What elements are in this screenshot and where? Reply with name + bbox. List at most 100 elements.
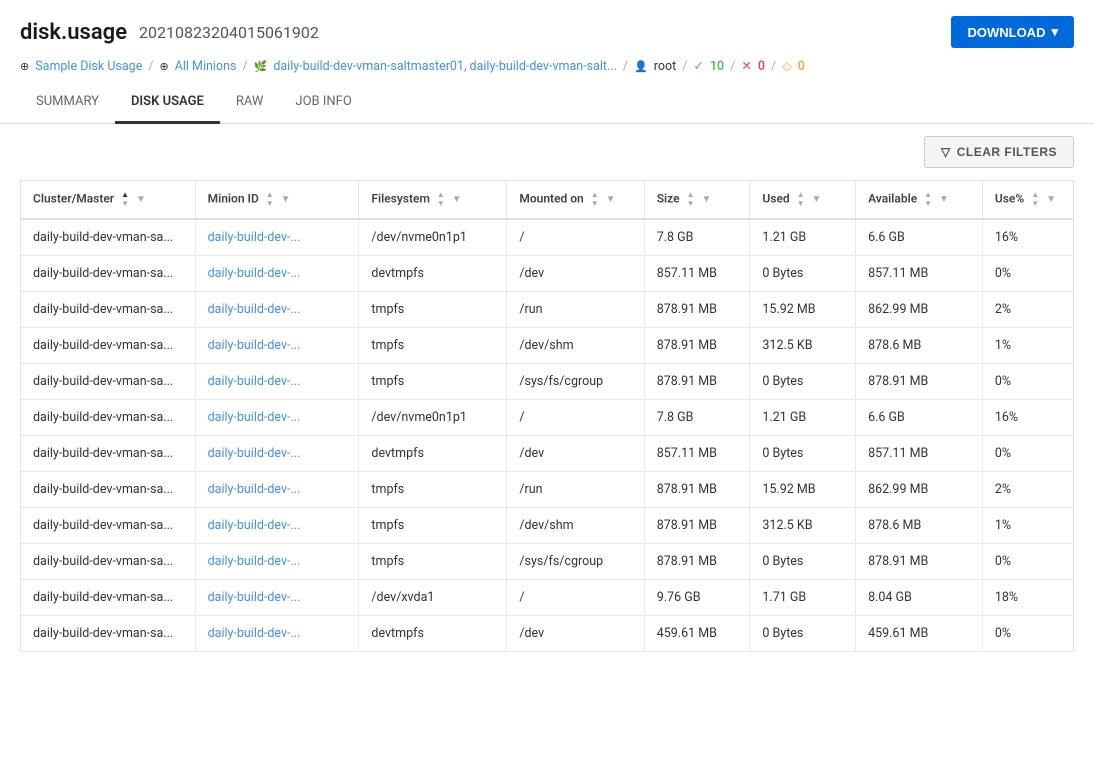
cell-cluster: daily-build-dev-vman-sa...	[21, 219, 196, 256]
table-row: daily-build-dev-vman-sa...daily-build-de…	[21, 472, 1074, 508]
breadcrumb-sep-2: /	[242, 59, 247, 74]
cell-minion[interactable]: daily-build-dev-...	[195, 256, 359, 292]
cell-size: 878.91 MB	[644, 364, 750, 400]
col-header-usepct[interactable]: Use% ▲ ▼ ▼	[982, 181, 1073, 220]
cell-available: 6.6 GB	[856, 400, 983, 436]
cell-cluster: daily-build-dev-vman-sa...	[21, 328, 196, 364]
breadcrumb-sep-5: /	[730, 59, 735, 74]
cell-used: 1.71 GB	[750, 580, 856, 616]
table-row: daily-build-dev-vman-sa...daily-build-de…	[21, 364, 1074, 400]
cell-cluster: daily-build-dev-vman-sa...	[21, 472, 196, 508]
breadcrumb-sep-3: /	[623, 59, 628, 74]
cell-usepct: 0%	[982, 436, 1073, 472]
col-header-used[interactable]: Used ▲ ▼ ▼	[750, 181, 856, 220]
cell-used: 312.5 KB	[750, 508, 856, 544]
cell-minion[interactable]: daily-build-dev-...	[195, 508, 359, 544]
disk-usage-table: Cluster/Master ▲ ▼ ▼ Minion ID ▲ ▼ ▼	[20, 180, 1074, 652]
cell-filesystem: /dev/nvme0n1p1	[359, 400, 507, 436]
cell-used: 0 Bytes	[750, 364, 856, 400]
cell-size: 878.91 MB	[644, 508, 750, 544]
cell-available: 878.91 MB	[856, 544, 983, 580]
cell-filesystem: /dev/nvme0n1p1	[359, 219, 507, 256]
cell-size: 878.91 MB	[644, 544, 750, 580]
cell-cluster: daily-build-dev-vman-sa...	[21, 436, 196, 472]
col-header-mounted[interactable]: Mounted on ▲ ▼ ▼	[507, 181, 644, 220]
table-row: daily-build-dev-vman-sa...daily-build-de…	[21, 219, 1074, 256]
cell-minion[interactable]: daily-build-dev-...	[195, 616, 359, 652]
cell-used: 312.5 KB	[750, 328, 856, 364]
cell-size: 857.11 MB	[644, 436, 750, 472]
cell-filesystem: tmpfs	[359, 292, 507, 328]
cell-minion[interactable]: daily-build-dev-...	[195, 472, 359, 508]
cell-used: 0 Bytes	[750, 616, 856, 652]
cell-available: 878.6 MB	[856, 328, 983, 364]
cell-cluster: daily-build-dev-vman-sa...	[21, 580, 196, 616]
cell-cluster: daily-build-dev-vman-sa...	[21, 364, 196, 400]
breadcrumb-sample[interactable]: Sample Disk Usage	[35, 59, 142, 74]
cell-filesystem: /dev/xvda1	[359, 580, 507, 616]
download-button[interactable]: DOWNLOAD ▾	[951, 16, 1074, 48]
cell-used: 0 Bytes	[750, 544, 856, 580]
breadcrumb-sep-1: /	[148, 59, 153, 74]
cell-filesystem: tmpfs	[359, 508, 507, 544]
table-row: daily-build-dev-vman-sa...daily-build-de…	[21, 400, 1074, 436]
cell-cluster: daily-build-dev-vman-sa...	[21, 544, 196, 580]
cell-cluster: daily-build-dev-vman-sa...	[21, 292, 196, 328]
cell-available: 857.11 MB	[856, 436, 983, 472]
cell-mounted: /sys/fs/cgroup	[507, 364, 644, 400]
cell-filesystem: tmpfs	[359, 328, 507, 364]
cell-used: 1.21 GB	[750, 219, 856, 256]
cell-usepct: 1%	[982, 328, 1073, 364]
table-row: daily-build-dev-vman-sa...daily-build-de…	[21, 328, 1074, 364]
disk-usage-table-container: Cluster/Master ▲ ▼ ▼ Minion ID ▲ ▼ ▼	[0, 180, 1094, 672]
clear-filters-button[interactable]: ▽ CLEAR FILTERS	[924, 136, 1074, 168]
breadcrumb-sep-6: /	[771, 59, 776, 74]
cell-available: 6.6 GB	[856, 219, 983, 256]
cell-minion[interactable]: daily-build-dev-...	[195, 328, 359, 364]
cell-minion[interactable]: daily-build-dev-...	[195, 580, 359, 616]
cell-cluster: daily-build-dev-vman-sa...	[21, 256, 196, 292]
cell-usepct: 0%	[982, 616, 1073, 652]
tab-job-info[interactable]: JOB INFO	[279, 82, 367, 124]
cell-filesystem: devtmpfs	[359, 256, 507, 292]
cell-size: 459.61 MB	[644, 616, 750, 652]
cell-minion[interactable]: daily-build-dev-...	[195, 436, 359, 472]
col-header-available[interactable]: Available ▲ ▼ ▼	[856, 181, 983, 220]
cell-filesystem: devtmpfs	[359, 616, 507, 652]
fail-icon: ✕	[741, 58, 751, 74]
breadcrumb-minions[interactable]: All Minions	[175, 59, 237, 74]
cell-minion[interactable]: daily-build-dev-...	[195, 400, 359, 436]
cell-minion[interactable]: daily-build-dev-...	[195, 219, 359, 256]
warn-count: 0	[798, 59, 805, 74]
col-header-size[interactable]: Size ▲ ▼ ▼	[644, 181, 750, 220]
cell-used: 1.21 GB	[750, 400, 856, 436]
tab-summary[interactable]: SUMMARY	[20, 82, 115, 124]
cell-mounted: /	[507, 580, 644, 616]
col-header-minion[interactable]: Minion ID ▲ ▼ ▼	[195, 181, 359, 220]
cell-size: 7.8 GB	[644, 219, 750, 256]
cell-minion[interactable]: daily-build-dev-...	[195, 292, 359, 328]
cell-used: 15.92 MB	[750, 472, 856, 508]
cell-size: 878.91 MB	[644, 472, 750, 508]
success-count: 10	[710, 59, 724, 74]
cell-mounted: /	[507, 400, 644, 436]
cell-minion[interactable]: daily-build-dev-...	[195, 544, 359, 580]
cell-mounted: /dev/shm	[507, 328, 644, 364]
cell-minion[interactable]: daily-build-dev-...	[195, 364, 359, 400]
cell-available: 459.61 MB	[856, 616, 983, 652]
cell-available: 862.99 MB	[856, 292, 983, 328]
col-header-cluster[interactable]: Cluster/Master ▲ ▼ ▼	[21, 181, 196, 220]
cell-usepct: 18%	[982, 580, 1073, 616]
cell-usepct: 1%	[982, 508, 1073, 544]
breadcrumb-user: root	[654, 59, 676, 74]
breadcrumb-target[interactable]: daily-build-dev-vman-saltmaster01, daily…	[273, 59, 617, 74]
user-icon: 👤	[634, 60, 648, 73]
cell-mounted: /	[507, 219, 644, 256]
cell-mounted: /dev	[507, 436, 644, 472]
table-row: daily-build-dev-vman-sa...daily-build-de…	[21, 436, 1074, 472]
tab-disk-usage[interactable]: DISK USAGE	[115, 82, 220, 124]
cell-usepct: 16%	[982, 219, 1073, 256]
tab-raw[interactable]: RAW	[220, 82, 280, 124]
col-header-filesystem[interactable]: Filesystem ▲ ▼ ▼	[359, 181, 507, 220]
fail-count: 0	[758, 59, 765, 74]
